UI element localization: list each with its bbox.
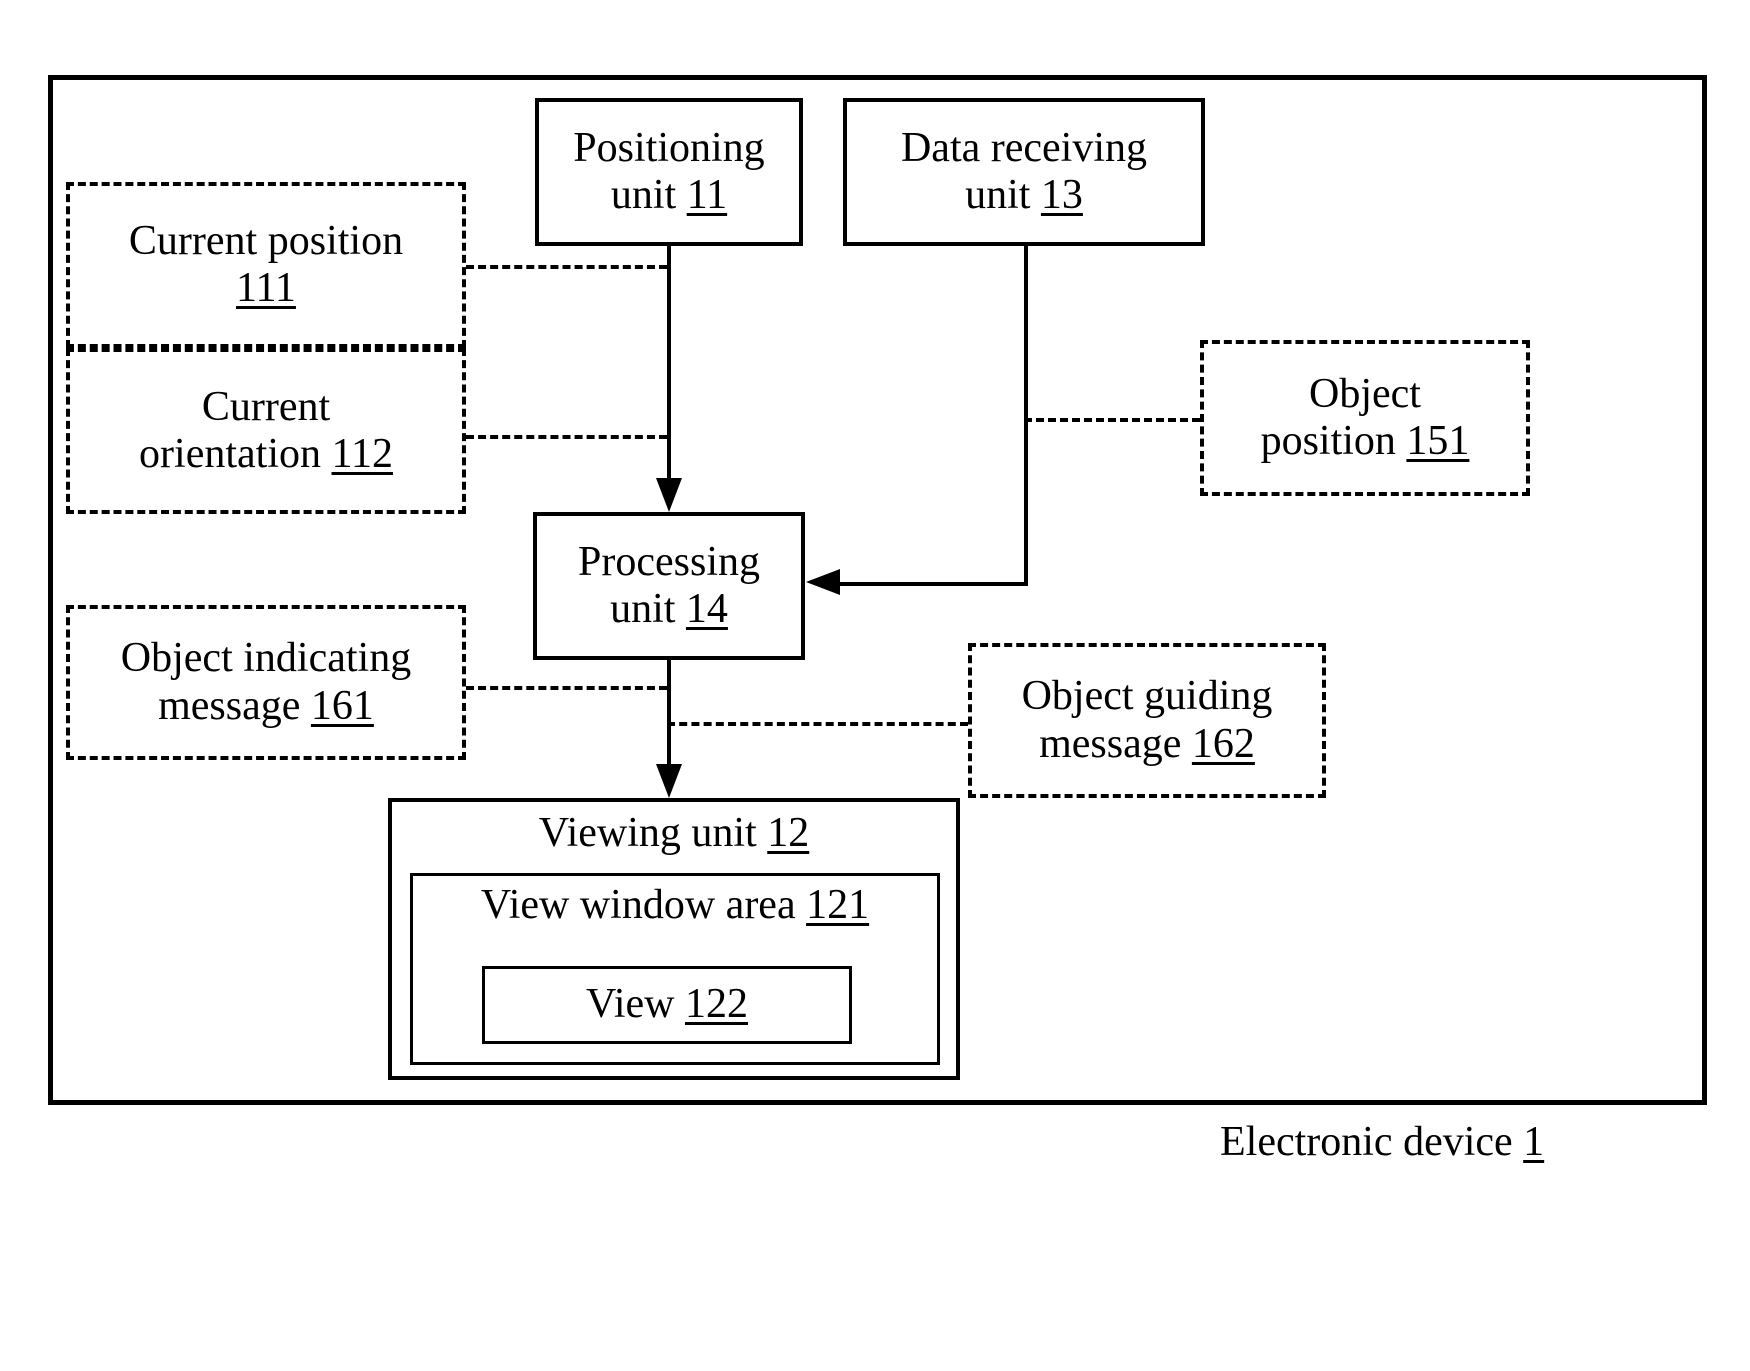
positioning-unit-line1: Positioning — [573, 124, 765, 171]
data-receiving-unit-box[interactable]: Data receiving unit 13 — [843, 98, 1205, 246]
current-position-number: 111 — [236, 265, 296, 311]
electronic-device-text: Electronic device — [1220, 1119, 1513, 1165]
object-indicating-number: 161 — [310, 682, 374, 729]
viewing-unit-title: Viewing unit 12 — [539, 810, 809, 857]
data-receiving-unit-number: 13 — [1040, 172, 1083, 218]
object-position-line1: Object — [1309, 370, 1421, 417]
object-guiding-number: 162 — [1191, 720, 1255, 767]
connector-datareceiving-horizontal — [840, 582, 1028, 586]
data-receiving-unit-line2: unit 13 — [965, 172, 1083, 219]
view-window-area-label: View window area — [480, 882, 796, 928]
object-position-box[interactable]: Object position 151 — [1200, 340, 1530, 496]
current-orientation-number: 112 — [331, 431, 393, 477]
connector-positioning-to-processing — [667, 246, 671, 478]
leader-object-guiding-message — [667, 722, 968, 726]
data-receiving-unit-line1: Data receiving — [900, 124, 1148, 171]
object-indicating-line2: message 161 — [158, 683, 374, 730]
current-orientation-box[interactable]: Current orientation 112 — [66, 348, 466, 514]
processing-unit-line1: Processing — [578, 538, 760, 585]
object-guiding-message-box[interactable]: Object guiding message 162 — [968, 643, 1326, 798]
positioning-unit-label2: unit — [610, 172, 677, 218]
current-position-box[interactable]: Current position 111 — [66, 182, 466, 348]
patent-figure-canvas: Positioning unit 11 Data receiving unit … — [0, 0, 1750, 1371]
processing-unit-box[interactable]: Processing unit 14 — [533, 512, 805, 660]
object-position-label2: position — [1260, 418, 1396, 464]
leader-current-position — [466, 265, 667, 269]
view-window-area-title: View window area 121 — [481, 882, 869, 929]
positioning-unit-box[interactable]: Positioning unit 11 — [535, 98, 803, 246]
object-guiding-label2: message — [1039, 720, 1182, 767]
positioning-unit-line2: unit 11 — [611, 172, 727, 219]
view-number: 122 — [684, 981, 748, 1028]
processing-unit-number: 14 — [685, 586, 728, 632]
electronic-device-number: 1 — [1523, 1119, 1545, 1165]
leader-current-orientation — [466, 435, 667, 439]
view-box[interactable]: View 122 — [482, 966, 852, 1044]
arrowhead-positioning-to-processing — [656, 478, 682, 512]
arrowhead-processing-to-viewing — [656, 764, 682, 798]
view-title: View 122 — [586, 981, 748, 1028]
processing-unit-label2: unit — [610, 586, 676, 632]
object-indicating-line1: Object indicating — [120, 635, 412, 682]
positioning-unit-number: 11 — [686, 172, 728, 218]
object-indicating-label2: message — [158, 682, 301, 729]
connector-processing-to-viewing — [667, 660, 671, 764]
object-guiding-line1: Object guiding — [1021, 673, 1273, 720]
object-guiding-line2: message 162 — [1039, 721, 1255, 768]
connector-datareceiving-vertical — [1024, 246, 1028, 586]
current-position-line1: Current position — [128, 217, 404, 264]
data-receiving-unit-label2: unit — [965, 172, 1031, 218]
viewing-unit-label: Viewing unit — [538, 810, 757, 856]
current-orientation-label2: orientation — [139, 431, 321, 477]
current-orientation-line2: orientation 112 — [139, 431, 393, 478]
viewing-unit-number: 12 — [767, 810, 810, 856]
leader-object-position — [1024, 418, 1200, 422]
object-position-line2: position 151 — [1261, 418, 1470, 465]
arrowhead-datareceiving-to-processing — [806, 569, 840, 595]
object-position-number: 151 — [1406, 418, 1470, 464]
electronic-device-label: Electronic device 1 — [1220, 1118, 1544, 1166]
leader-object-indicating-message — [466, 686, 667, 690]
view-window-area-number: 121 — [806, 882, 870, 928]
object-indicating-message-box[interactable]: Object indicating message 161 — [66, 605, 466, 760]
processing-unit-line2: unit 14 — [610, 586, 728, 633]
current-orientation-line1: Current — [201, 383, 331, 430]
view-label: View — [586, 981, 675, 1028]
